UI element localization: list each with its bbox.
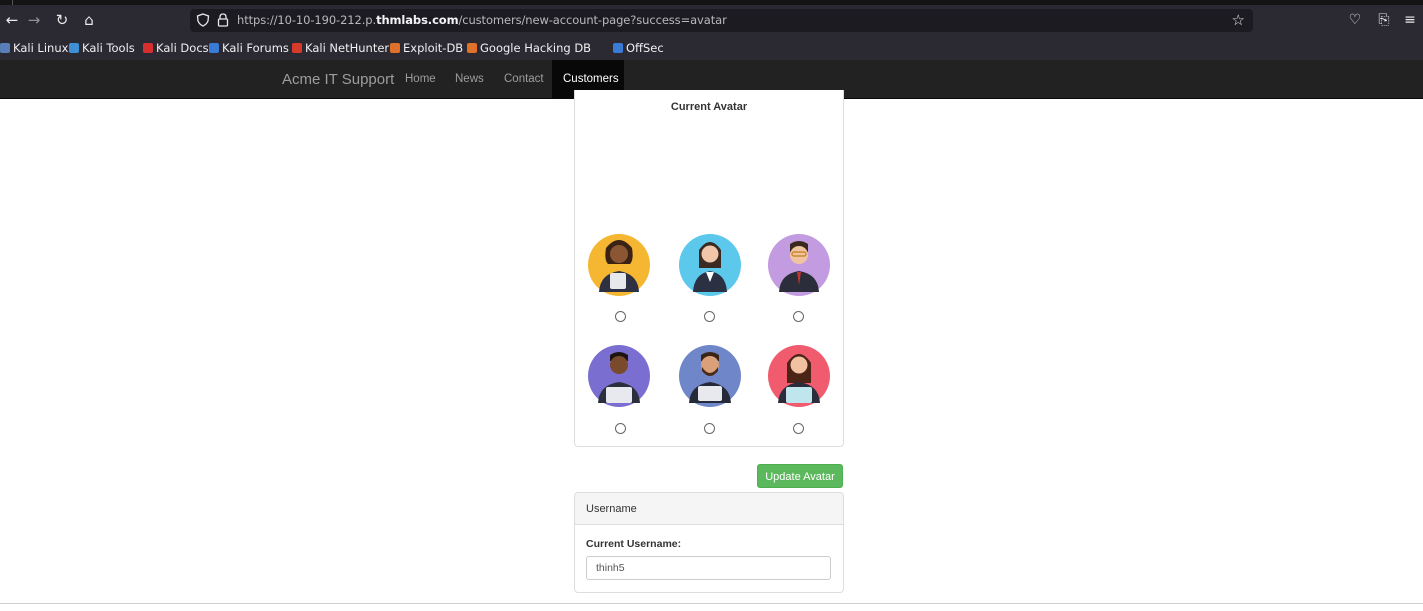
- current-username-label: Current Username:: [586, 538, 682, 550]
- username-panel: Username Current Username: thinh5: [574, 492, 844, 593]
- avatar-2-image: [679, 234, 741, 296]
- bookmark-label: Exploit-DB: [403, 41, 464, 55]
- url-prefix: https://10-10-190-212.p.: [237, 13, 377, 27]
- nethunter-icon: [292, 43, 302, 53]
- extensions-icon[interactable]: ⎘: [1374, 10, 1394, 30]
- brand-link[interactable]: Acme IT Support: [282, 71, 394, 88]
- avatar-1-radio[interactable]: [615, 311, 626, 322]
- bookmark-offsec[interactable]: OffSec: [613, 41, 664, 55]
- ghdb-icon: [467, 43, 477, 53]
- address-bar[interactable]: https://10-10-190-212.p.thmlabs.com/cust…: [190, 9, 1253, 32]
- kali-tools-icon: [69, 43, 79, 53]
- avatar-4-image: [588, 345, 650, 407]
- avatar-2-radio[interactable]: [704, 311, 715, 322]
- bookmark-star-icon[interactable]: ☆: [1232, 11, 1245, 29]
- username-panel-heading: Username: [575, 493, 843, 525]
- bookmark-label: Kali Forums: [222, 41, 289, 55]
- nav-customers-label: Customers: [563, 73, 619, 85]
- bookmark-google-hacking-db[interactable]: Google Hacking DB: [467, 41, 591, 55]
- current-avatar-title: Current Avatar: [670, 101, 748, 113]
- bookmark-label: OffSec: [626, 41, 664, 55]
- exploit-db-icon: [390, 43, 400, 53]
- bookmark-label: Kali Linux: [13, 41, 69, 55]
- bookmark-label: Kali Docs: [156, 41, 209, 55]
- pocket-icon[interactable]: ♡: [1345, 10, 1365, 30]
- avatar-6-radio[interactable]: [793, 423, 804, 434]
- avatar-3-radio[interactable]: [793, 311, 804, 322]
- avatar-1-image: [588, 234, 650, 296]
- bookmark-exploit-db[interactable]: Exploit-DB: [390, 41, 463, 55]
- back-icon[interactable]: ←: [2, 10, 22, 30]
- update-avatar-button[interactable]: Update Avatar: [757, 464, 843, 488]
- bookmark-kali-nethunter[interactable]: Kali NetHunter: [292, 41, 389, 55]
- bookmark-label: Google Hacking DB: [480, 41, 592, 55]
- bookmark-kali-forums[interactable]: Kali Forums: [209, 41, 289, 55]
- url-domain: thmlabs.com: [376, 13, 459, 27]
- bookmarks-toolbar: Kali Linux Kali Tools Kali Docs Kali For…: [0, 36, 1423, 61]
- home-icon[interactable]: ⌂: [79, 10, 99, 30]
- kali-docs-icon: [143, 43, 153, 53]
- bookmark-label: Kali Tools: [82, 41, 135, 55]
- reload-icon[interactable]: ↻: [52, 10, 72, 30]
- bookmark-kali-docs[interactable]: Kali Docs: [143, 41, 209, 55]
- username-heading: Username: [586, 503, 637, 515]
- nav-news[interactable]: News: [455, 73, 484, 85]
- browser-toolbar: ← → ↻ ⌂ https://10-10-190-212.p.thmlabs.…: [0, 5, 1423, 36]
- kali-forums-icon: [209, 43, 219, 53]
- lock-icon[interactable]: [216, 12, 230, 28]
- url-text[interactable]: https://10-10-190-212.p.thmlabs.com/cust…: [237, 13, 727, 27]
- kali-dragon-icon: [0, 43, 10, 53]
- avatar-6-image: [768, 345, 830, 407]
- menu-icon[interactable]: ≡: [1400, 10, 1420, 30]
- nav-contact[interactable]: Contact: [504, 73, 544, 85]
- bookmark-kali-linux[interactable]: Kali Linux: [0, 41, 68, 55]
- bookmark-kali-tools[interactable]: Kali Tools: [69, 41, 135, 55]
- avatar-5-radio[interactable]: [704, 423, 715, 434]
- nav-home[interactable]: Home: [405, 73, 436, 85]
- bookmark-label: Kali NetHunter: [305, 41, 390, 55]
- url-path: /customers/new-account-page?success=avat…: [458, 13, 727, 27]
- shield-icon[interactable]: [196, 13, 210, 27]
- avatar-4-radio[interactable]: [615, 423, 626, 434]
- avatar-panel: Current Avatar: [574, 90, 844, 447]
- avatar-5-image: [679, 345, 741, 407]
- forward-icon[interactable]: →: [24, 10, 44, 30]
- username-field[interactable]: thinh5: [586, 556, 831, 580]
- footer-divider: [0, 603, 1423, 604]
- avatar-3-image: [768, 234, 830, 296]
- offsec-icon: [613, 43, 623, 53]
